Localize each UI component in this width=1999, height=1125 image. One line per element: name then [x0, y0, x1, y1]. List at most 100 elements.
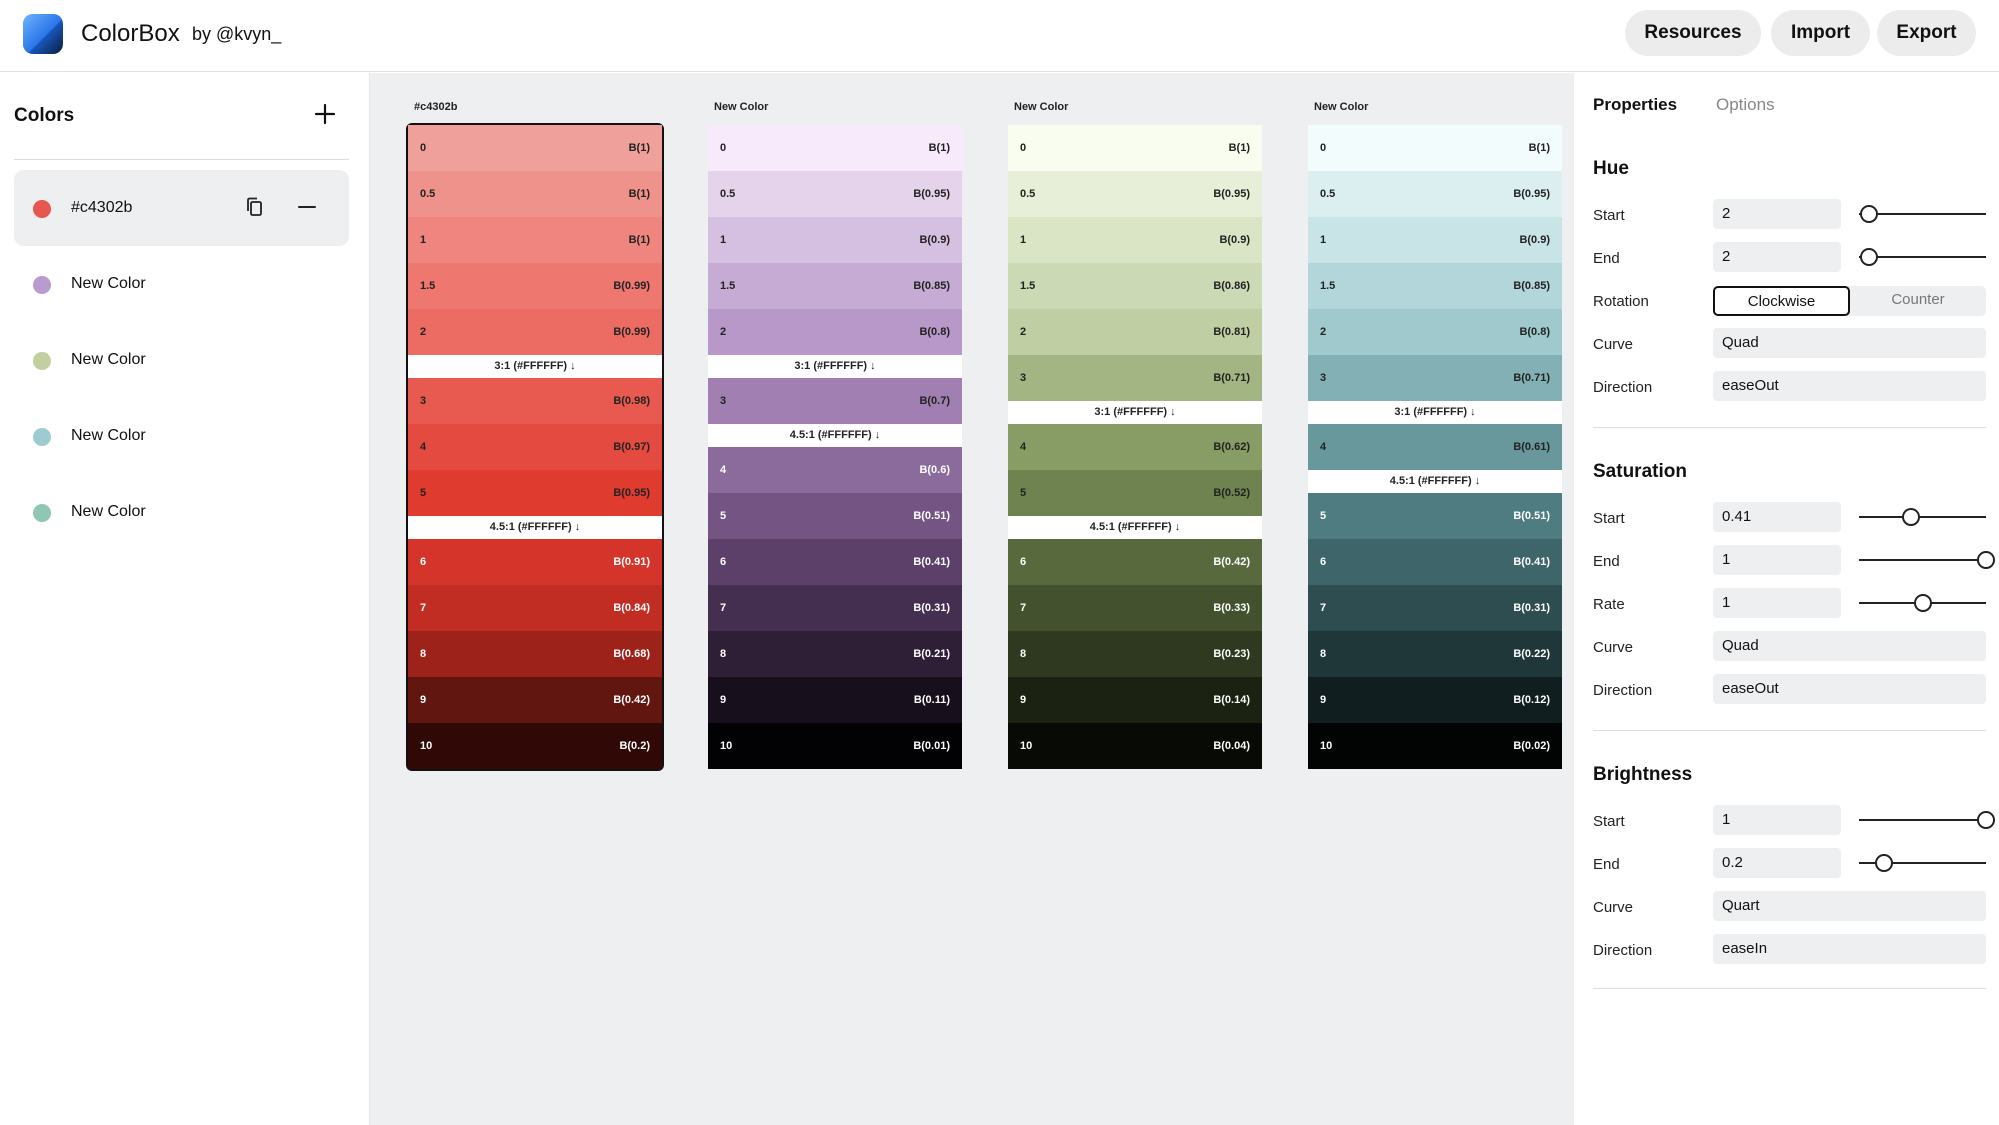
hue-direction-select[interactable]: easeOut: [1713, 371, 1986, 401]
hue-start-slider[interactable]: [1859, 204, 1986, 224]
color-swatch[interactable]: 1 B(1): [408, 217, 662, 263]
color-swatch[interactable]: 5 B(0.51): [1308, 493, 1562, 539]
hue-curve-select[interactable]: Quad: [1713, 328, 1986, 358]
color-swatch[interactable]: 3 B(0.71): [1008, 355, 1262, 401]
color-swatch[interactable]: 1 B(0.9): [708, 217, 962, 263]
color-swatch[interactable]: 1.5 B(0.85): [708, 263, 962, 309]
color-swatch[interactable]: 1.5 B(0.85): [1308, 263, 1562, 309]
color-swatch[interactable]: 1 B(0.9): [1308, 217, 1562, 263]
color-swatch[interactable]: 6 B(0.91): [408, 539, 662, 585]
color-swatch[interactable]: 9 B(0.42): [408, 677, 662, 723]
color-swatch[interactable]: 8 B(0.22): [1308, 631, 1562, 677]
color-swatch[interactable]: 3 B(0.7): [708, 378, 962, 424]
brightness-end-slider[interactable]: [1859, 853, 1986, 873]
saturation-start-input[interactable]: 0.41: [1713, 502, 1841, 532]
saturation-rate-input[interactable]: 1: [1713, 588, 1841, 618]
color-swatch[interactable]: 4 B(0.62): [1008, 424, 1262, 470]
export-button[interactable]: Export: [1877, 10, 1976, 56]
color-swatch[interactable]: 4 B(0.97): [408, 424, 662, 470]
color-swatch[interactable]: 9 B(0.12): [1308, 677, 1562, 723]
color-swatch[interactable]: 1.5 B(0.99): [408, 263, 662, 309]
color-swatch[interactable]: 0 B(1): [708, 125, 962, 171]
color-swatch[interactable]: 8 B(0.23): [1008, 631, 1262, 677]
color-swatch[interactable]: 4 B(0.61): [1308, 424, 1562, 470]
color-swatch[interactable]: 10 B(0.2): [408, 723, 662, 769]
import-button[interactable]: Import: [1771, 10, 1870, 56]
color-swatch[interactable]: 1 B(0.9): [1008, 217, 1262, 263]
hue-start-input[interactable]: 2: [1713, 199, 1841, 229]
color-swatch[interactable]: 3 B(0.71): [1308, 355, 1562, 401]
slider-thumb[interactable]: [1977, 551, 1995, 569]
saturation-direction-select[interactable]: easeOut: [1713, 674, 1986, 704]
color-list-item[interactable]: New Color: [14, 246, 349, 322]
color-swatch[interactable]: 6 B(0.41): [1308, 539, 1562, 585]
hue-end-slider[interactable]: [1859, 247, 1986, 267]
brightness-start-slider[interactable]: [1859, 810, 1995, 830]
color-swatch[interactable]: 7 B(0.31): [708, 585, 962, 631]
tab-options[interactable]: Options: [1716, 95, 1775, 115]
color-swatch[interactable]: 5 B(0.51): [708, 493, 962, 539]
contrast-marker: 4.5:1 (#FFFFFF) ↓: [408, 516, 662, 539]
rotation-clockwise[interactable]: Clockwise: [1713, 286, 1850, 316]
palette-swatches: 0 B(1) 0.5 B(1) 1 B(1) 1.5 B(0.99) 2 B(0.99) 3:1 (…: [406, 123, 664, 771]
palette-canvas[interactable]: #c4302b 0 B(1) 0.5 B(1) 1 B(1) 1.5 B(0.99) 2 B(0.9…: [370, 73, 1916, 1125]
saturation-rate-slider[interactable]: [1859, 593, 1986, 613]
color-swatch[interactable]: 0.5 B(1): [408, 171, 662, 217]
app-title: ColorBox: [81, 20, 180, 47]
color-swatch[interactable]: 6 B(0.41): [708, 539, 962, 585]
hue-end-input[interactable]: 2: [1713, 242, 1841, 272]
slider-thumb[interactable]: [1902, 508, 1921, 526]
color-swatch[interactable]: 8 B(0.21): [708, 631, 962, 677]
color-swatch[interactable]: 3 B(0.98): [408, 378, 662, 424]
saturation-curve-select[interactable]: Quad: [1713, 631, 1986, 661]
brightness-start-input[interactable]: 1: [1713, 805, 1841, 835]
slider-thumb[interactable]: [1977, 811, 1995, 829]
color-swatch[interactable]: 5 B(0.52): [1008, 470, 1262, 516]
color-list-item[interactable]: #c4302b: [14, 170, 349, 246]
color-swatch[interactable]: 5 B(0.95): [408, 470, 662, 516]
color-list-item[interactable]: New Color: [14, 474, 349, 550]
color-swatch[interactable]: 4 B(0.6): [708, 447, 962, 493]
color-swatch[interactable]: 2 B(0.8): [708, 309, 962, 355]
add-color-icon[interactable]: [312, 101, 338, 127]
color-swatch[interactable]: 0 B(1): [1008, 125, 1262, 171]
color-list-item[interactable]: New Color: [14, 398, 349, 474]
saturation-end-slider[interactable]: [1859, 550, 1995, 570]
brightness-direction-select[interactable]: easeIn: [1713, 934, 1986, 964]
color-swatch[interactable]: 0.5 B(0.95): [1008, 171, 1262, 217]
brightness-end-input[interactable]: 0.2: [1713, 848, 1841, 878]
color-swatch[interactable]: 1.5 B(0.86): [1008, 263, 1262, 309]
color-swatch[interactable]: 8 B(0.68): [408, 631, 662, 677]
slider-thumb[interactable]: [1860, 205, 1879, 223]
color-swatch[interactable]: 0.5 B(0.95): [1308, 171, 1562, 217]
tab-properties[interactable]: Properties: [1593, 95, 1677, 115]
saturation-end-input[interactable]: 1: [1713, 545, 1841, 575]
color-swatch[interactable]: 10 B(0.02): [1308, 723, 1562, 769]
duplicate-icon[interactable]: [244, 196, 266, 218]
slider-thumb[interactable]: [1860, 248, 1879, 266]
color-swatch[interactable]: 0 B(1): [408, 125, 662, 171]
color-swatch[interactable]: 2 B(0.99): [408, 309, 662, 355]
color-list-item[interactable]: New Color: [14, 322, 349, 398]
saturation-start-slider[interactable]: [1859, 507, 1986, 527]
swatch-brightness: B(0.31): [1513, 602, 1550, 614]
color-swatch[interactable]: 6 B(0.42): [1008, 539, 1262, 585]
resources-button[interactable]: Resources: [1625, 10, 1761, 56]
color-swatch[interactable]: 2 B(0.8): [1308, 309, 1562, 355]
color-swatch[interactable]: 7 B(0.84): [408, 585, 662, 631]
color-swatch[interactable]: 0.5 B(0.95): [708, 171, 962, 217]
slider-thumb[interactable]: [1875, 854, 1894, 872]
color-swatch[interactable]: 7 B(0.33): [1008, 585, 1262, 631]
color-swatch[interactable]: 10 B(0.01): [708, 723, 962, 769]
color-swatch[interactable]: 9 B(0.14): [1008, 677, 1262, 723]
color-swatch[interactable]: 9 B(0.11): [708, 677, 962, 723]
color-swatch[interactable]: 0 B(1): [1308, 125, 1562, 171]
remove-color-icon[interactable]: [296, 196, 318, 218]
app-author[interactable]: by @kvyn_: [192, 24, 281, 45]
rotation-counter[interactable]: Counter: [1850, 286, 1986, 316]
color-swatch[interactable]: 7 B(0.31): [1308, 585, 1562, 631]
color-swatch[interactable]: 10 B(0.04): [1008, 723, 1262, 769]
color-swatch[interactable]: 2 B(0.81): [1008, 309, 1262, 355]
brightness-curve-select[interactable]: Quart: [1713, 891, 1986, 921]
slider-thumb[interactable]: [1913, 594, 1932, 612]
